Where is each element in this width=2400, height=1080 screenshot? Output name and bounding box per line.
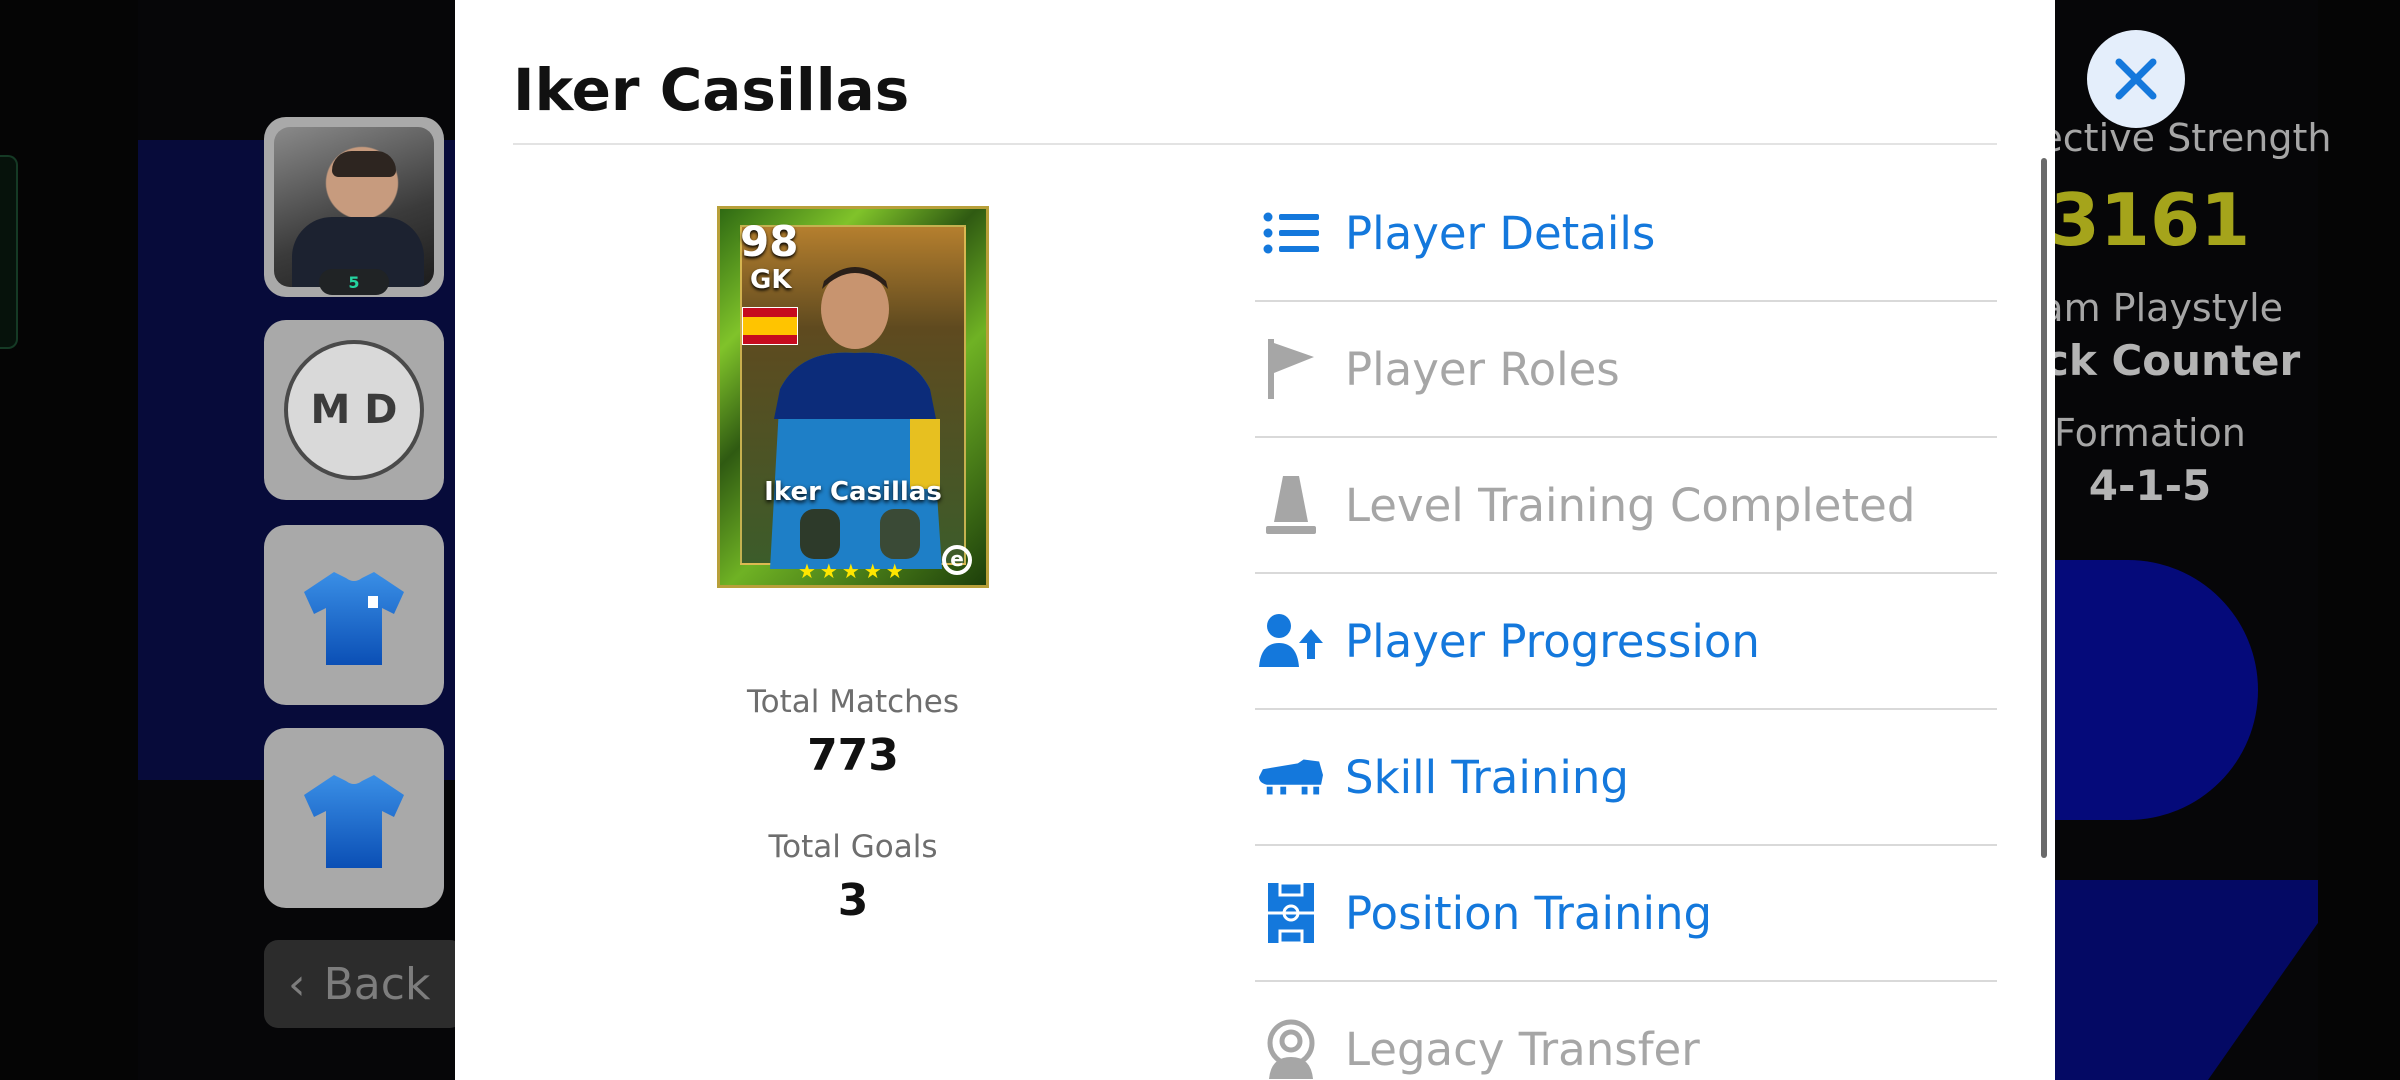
card-rating: 98: [740, 217, 799, 266]
pitch-icon: [1259, 881, 1323, 945]
total-goals-label: Total Goals: [768, 829, 938, 865]
efootball-logo-icon: e: [942, 545, 972, 575]
menu-label: Player Progression: [1345, 614, 1760, 668]
flag-icon: [1259, 337, 1323, 401]
close-button[interactable]: [2087, 30, 2185, 128]
menu-label: Legacy Transfer: [1345, 1022, 1700, 1076]
divider: [513, 143, 1997, 145]
menu-item-player-progression[interactable]: Player Progression: [1255, 574, 1997, 710]
shirt-icon: [304, 775, 404, 868]
club-crest: M D: [284, 340, 424, 480]
player-card[interactable]: 98 GK Iker Casillas ★★★★★ e: [717, 206, 989, 588]
menu-item-skill-training[interactable]: Skill Training: [1255, 710, 1997, 846]
person-up-icon: [1259, 609, 1323, 673]
card-player-name: Iker Casillas: [764, 477, 942, 507]
menu-item-legacy-transfer[interactable]: Legacy Transfer: [1255, 982, 1997, 1080]
manager-level-badge: 5: [319, 269, 389, 295]
menu-item-position-training[interactable]: Position Training: [1255, 846, 1997, 982]
list-icon: [1259, 201, 1323, 265]
boot-icon: [1259, 745, 1323, 809]
menu-item-player-details[interactable]: Player Details: [1255, 166, 1997, 302]
card-position: GK: [750, 265, 792, 295]
back-label: Back: [323, 958, 431, 1010]
back-button[interactable]: ‹ Back: [264, 940, 464, 1028]
shirt-icon: [304, 572, 404, 665]
card-stars: ★★★★★: [798, 559, 908, 583]
spain-flag-icon: [742, 307, 798, 345]
total-goals-value: 3: [837, 875, 869, 926]
menu-label: Position Training: [1345, 886, 1713, 940]
menu-label: Skill Training: [1345, 750, 1629, 804]
manager-tile[interactable]: 5: [264, 117, 444, 297]
player-photo: [770, 267, 942, 569]
player-name-title: Iker Casillas: [513, 56, 910, 124]
chevron-left-icon: ‹: [288, 958, 306, 1010]
side-panel-edge: [0, 155, 18, 349]
menu-item-player-roles[interactable]: Player Roles: [1255, 302, 1997, 438]
menu-label: Level Training Completed: [1345, 478, 1916, 532]
manager-avatar: [274, 127, 434, 287]
menu-label: Player Roles: [1345, 342, 1620, 396]
total-matches-value: 773: [807, 730, 899, 781]
scrollbar[interactable]: [2041, 158, 2047, 858]
menu-label: Player Details: [1345, 206, 1656, 260]
total-matches-label: Total Matches: [746, 684, 960, 720]
person-badge-icon: [1259, 1017, 1323, 1080]
away-kit-tile[interactable]: [264, 728, 444, 908]
player-actions-menu: Player Details Player Roles Level Traini…: [1255, 166, 1997, 1080]
close-icon: [2115, 58, 2157, 100]
cone-icon: [1259, 473, 1323, 537]
home-kit-tile[interactable]: [264, 525, 444, 705]
menu-item-level-training[interactable]: Level Training Completed: [1255, 438, 1997, 574]
player-menu-modal: Iker Casillas 98 GK Iker Casillas ★★★★★ …: [455, 0, 2055, 1080]
club-crest-tile[interactable]: M D: [264, 320, 444, 500]
